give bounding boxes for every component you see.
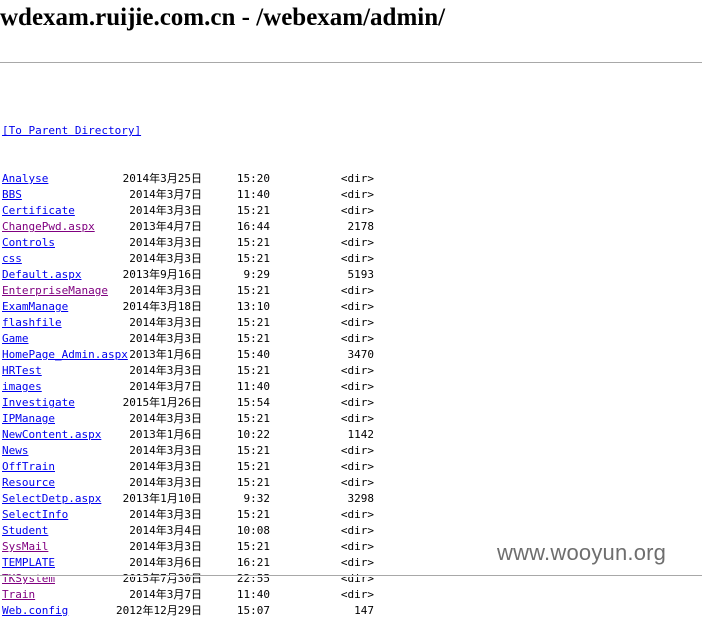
- list-item: 2012年12月29日 15:07 147 Web.config: [2, 603, 374, 619]
- bottom-divider: [0, 575, 702, 577]
- entry-size: 147: [354, 604, 374, 617]
- entry-size: <dir>: [340, 364, 374, 377]
- list-item: 2014年3月25日 15:20 <dir> Analyse: [2, 171, 374, 187]
- entry-size: <dir>: [340, 252, 374, 265]
- entry-size: <dir>: [340, 396, 374, 409]
- entry-size: <dir>: [340, 524, 374, 537]
- entry-size: <dir>: [340, 284, 374, 297]
- file-list: 2014年3月25日 15:20 <dir> Analyse 2014年3月7日 11:4…: [2, 171, 374, 619]
- list-item: 2014年3月3日 15:21 <dir> HRTest: [2, 363, 374, 379]
- list-item: 2014年3月3日 15:21 <dir> EnterpriseManage: [2, 283, 374, 299]
- entry-size: <dir>: [340, 188, 374, 201]
- list-item: 2014年3月7日 11:40 <dir> images: [2, 379, 374, 395]
- entry-size: <dir>: [340, 316, 374, 329]
- list-item: 2014年3月6日 16:21 <dir> TEMPLATE: [2, 555, 374, 571]
- top-divider: [0, 62, 702, 64]
- entry-size: <dir>: [340, 540, 374, 553]
- list-item: 2014年3月4日 10:08 <dir> Student: [2, 523, 374, 539]
- list-item: 2014年3月3日 15:21 <dir> Game: [2, 331, 374, 347]
- entry-size: 3470: [347, 348, 375, 361]
- list-item: 2014年3月3日 15:21 <dir> IPManage: [2, 411, 374, 427]
- entry-size: <dir>: [340, 412, 374, 425]
- list-item: 2013年1月6日 10:22 1142 NewContent.aspx: [2, 427, 374, 443]
- entry-size: <dir>: [340, 572, 374, 585]
- list-item: 2013年9月16日 9:29 5193 Default.aspx: [2, 267, 374, 283]
- list-item: 2014年3月18日 13:10 <dir> ExamManage: [2, 299, 374, 315]
- parent-directory-link[interactable]: [To Parent Directory]: [2, 124, 141, 137]
- list-item: 2014年3月3日 15:21 <dir> css: [2, 251, 374, 267]
- list-item: 2014年3月7日 11:40 <dir> Train: [2, 587, 374, 603]
- entry-size: <dir>: [340, 476, 374, 489]
- list-item: 2014年3月3日 15:21 <dir> News: [2, 443, 374, 459]
- entry-size: <dir>: [340, 332, 374, 345]
- list-item: 2015年7月30日 22:55 <dir> TKSystem: [2, 571, 374, 587]
- list-item: 2014年3月3日 15:21 <dir> SelectInfo: [2, 507, 374, 523]
- list-item: 2014年3月3日 15:21 <dir> flashfile: [2, 315, 374, 331]
- list-item: 2013年1月6日 15:40 3470 HomePage_Admin.aspx: [2, 347, 374, 363]
- entry-size: <dir>: [340, 300, 374, 313]
- entry-size: <dir>: [340, 508, 374, 521]
- entry-size: <dir>: [340, 172, 374, 185]
- entry-size: 5193: [347, 268, 375, 281]
- entry-size: <dir>: [340, 460, 374, 473]
- entry-size: <dir>: [340, 204, 374, 217]
- entry-size: <dir>: [340, 588, 374, 601]
- list-item: 2014年3月7日 11:40 <dir> BBS: [2, 187, 374, 203]
- list-item: 2014年3月3日 15:21 <dir> Certificate: [2, 203, 374, 219]
- directory-listing: [To Parent Directory] 2014年3月25日 15:20 <di…: [2, 91, 374, 635]
- list-item: 2015年1月26日 15:54 <dir> Investigate: [2, 395, 374, 411]
- list-item: 2014年3月3日 15:21 <dir> OffTrain: [2, 459, 374, 475]
- entry-size: <dir>: [340, 444, 374, 457]
- list-item: 2014年3月3日 15:21 <dir> SysMail: [2, 539, 374, 555]
- entry-size: <dir>: [340, 380, 374, 393]
- entry-size: 1142: [347, 428, 375, 441]
- entry-size: <dir>: [340, 236, 374, 249]
- entry-size: 3298: [347, 492, 375, 505]
- watermark: www.wooyun.org: [497, 540, 667, 565]
- list-item: 2014年3月3日 15:21 <dir> Resource: [2, 475, 374, 491]
- list-item: 2013年1月10日 9:32 3298 SelectDetp.aspx: [2, 491, 374, 507]
- page-title: wdexam.ruijie.com.cn - /webexam/admin/: [0, 4, 446, 31]
- entry-size: 2178: [347, 220, 375, 233]
- list-item: 2014年3月3日 15:21 <dir> Controls: [2, 235, 374, 251]
- entry-size: <dir>: [340, 556, 374, 569]
- list-item: 2013年4月7日 16:44 2178 ChangePwd.aspx: [2, 219, 374, 235]
